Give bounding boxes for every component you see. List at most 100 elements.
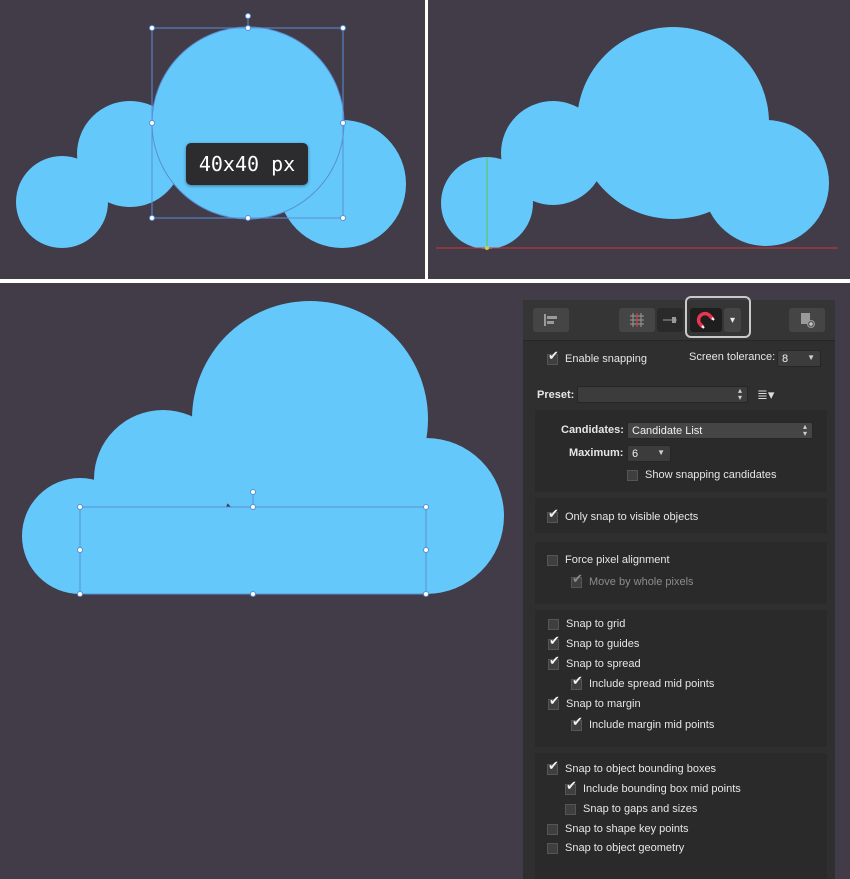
align-button[interactable] <box>533 308 569 332</box>
dropdown-arrow-icon: ▾ <box>729 314 736 326</box>
bbox-mid-checkbox[interactable] <box>565 779 577 795</box>
screen-tolerance-row: Screen tolerance: <box>689 351 775 363</box>
canvas-panel-3[interactable]: ▾ Enable snapping Screen tolerance: 8 ▼ <box>0 283 850 879</box>
enable-snapping-checkbox[interactable] <box>547 349 559 365</box>
snap-grid-label: Snap to grid <box>566 618 626 630</box>
handle-middle-left <box>77 547 83 553</box>
maximum-select[interactable]: 6 ▼ <box>627 445 671 462</box>
object-geometry-row[interactable]: Snap to object geometry <box>547 842 684 854</box>
show-candidates-label: Show snapping candidates <box>645 469 777 481</box>
snap-bbox-label: Snap to object bounding boxes <box>565 763 717 775</box>
maximum-value: 6 <box>632 447 639 460</box>
force-pixel-row[interactable]: Force pixel alignment <box>547 554 670 566</box>
force-pixel-checkbox[interactable] <box>547 554 558 566</box>
canvas-panel-1[interactable]: 40x40 px <box>0 0 425 279</box>
snap-grid-row[interactable]: Snap to grid <box>548 618 625 630</box>
snapping-options-button[interactable]: ▾ <box>724 308 741 332</box>
show-candidates-row[interactable]: Show snapping candidates <box>627 469 776 481</box>
canvas-panel-2[interactable] <box>428 0 850 279</box>
show-candidates-checkbox[interactable] <box>627 469 638 481</box>
snapping-panel: ▾ Enable snapping Screen tolerance: 8 ▼ <box>523 296 835 879</box>
preset-label: Preset: <box>537 389 575 401</box>
cloud-drawing-1 <box>16 13 406 248</box>
margin-mid-label: Include margin mid points <box>589 719 715 731</box>
maximum-label: Maximum: <box>569 447 624 459</box>
preset-menu-button[interactable]: ≣▾ <box>757 387 774 403</box>
cloud-drawing-2 <box>436 27 838 250</box>
object-geometry-checkbox[interactable] <box>547 842 558 854</box>
move-whole-label: Move by whole pixels <box>589 576 694 588</box>
handle-top-middle <box>245 25 251 31</box>
spread-mid-checkbox[interactable] <box>571 674 583 690</box>
shape-key-row[interactable]: Snap to shape key points <box>547 823 689 835</box>
snap-guides-row[interactable]: Snap to guides <box>548 634 640 650</box>
snap-grid-checkbox[interactable] <box>548 618 559 630</box>
bbox-mid-row[interactable]: Include bounding box mid points <box>565 779 741 795</box>
margin-mid-checkbox[interactable] <box>571 715 583 731</box>
list-menu-icon: ≣▾ <box>757 387 775 402</box>
snap-point <box>485 246 489 250</box>
size-tooltip: 40x40 px <box>186 143 308 185</box>
snap-guides-checkbox[interactable] <box>548 634 560 650</box>
snap-spread-checkbox[interactable] <box>548 654 560 670</box>
shape-key-label: Snap to shape key points <box>565 823 689 835</box>
chevron-down-icon: ▼ <box>657 448 665 457</box>
magnet-icon <box>696 311 715 329</box>
handle-top-right <box>340 25 346 31</box>
context-toolbar: ▾ <box>523 296 835 341</box>
handle-bottom-left <box>77 591 83 597</box>
cloud-shape[interactable] <box>22 301 504 594</box>
snap-spread-label: Snap to spread <box>566 658 641 670</box>
page-icon <box>801 313 815 328</box>
preset-select[interactable]: ▴ ▾ <box>577 386 748 403</box>
candidates-value: Candidate List <box>632 424 703 437</box>
handle-top-left <box>149 25 155 31</box>
cloud-circle-selected[interactable] <box>151 26 345 220</box>
guides-icon <box>663 317 677 323</box>
snap-margin-checkbox[interactable] <box>548 694 560 710</box>
handle-top-middle <box>250 504 256 510</box>
shape-key-checkbox[interactable] <box>547 823 558 835</box>
handle-middle-right <box>340 120 346 126</box>
maximum-row: Maximum: <box>569 447 623 459</box>
rotation-handle <box>245 13 251 19</box>
only-visible-row[interactable]: Only snap to visible objects <box>547 507 699 523</box>
handle-top-left <box>77 504 83 510</box>
updown-chevron-icon: ▴ ▾ <box>737 386 742 402</box>
snap-bbox-checkbox[interactable] <box>547 759 559 775</box>
candidates-select[interactable]: Candidate List ▴ ▾ <box>627 422 813 439</box>
candidates-label: Candidates: <box>561 424 624 436</box>
gaps-sizes-checkbox[interactable] <box>565 803 576 815</box>
screen-tolerance-select[interactable]: 8 ▼ <box>777 350 821 367</box>
rotation-handle <box>250 489 256 495</box>
align-icon <box>544 314 557 326</box>
page-button[interactable] <box>789 308 825 332</box>
handle-top-right <box>423 504 429 510</box>
only-visible-checkbox[interactable] <box>547 507 559 523</box>
preset-row: Preset: <box>537 389 574 401</box>
snap-spread-row[interactable]: Snap to spread <box>548 654 641 670</box>
snap-guides-label: Snap to guides <box>566 638 640 650</box>
candidates-row: Candidates: <box>561 424 624 436</box>
move-whole-row: Move by whole pixels <box>571 572 694 588</box>
snap-margin-row[interactable]: Snap to margin <box>548 694 641 710</box>
enable-snapping-label: Enable snapping <box>565 353 647 365</box>
snap-bbox-row[interactable]: Snap to object bounding boxes <box>547 759 717 775</box>
spread-mid-row[interactable]: Include spread mid points <box>571 674 715 690</box>
bbox-mid-label: Include bounding box mid points <box>583 783 741 795</box>
handle-middle-right <box>423 547 429 553</box>
snapping-toggle-button[interactable] <box>690 308 722 332</box>
enable-snapping-row[interactable]: Enable snapping <box>547 349 647 365</box>
object-geometry-label: Snap to object geometry <box>565 842 685 854</box>
spread-mid-label: Include spread mid points <box>589 678 715 690</box>
guides-button[interactable] <box>657 308 683 332</box>
only-visible-label: Only snap to visible objects <box>565 511 699 523</box>
snap-margin-label: Snap to margin <box>566 698 641 710</box>
screen-tolerance-label: Screen tolerance: <box>689 351 776 363</box>
force-pixel-label: Force pixel alignment <box>565 554 670 566</box>
grid-button[interactable] <box>619 308 655 332</box>
cloud-circle-right[interactable] <box>703 120 829 246</box>
gaps-sizes-row[interactable]: Snap to gaps and sizes <box>565 803 697 815</box>
gaps-sizes-label: Snap to gaps and sizes <box>583 803 698 815</box>
margin-mid-row[interactable]: Include margin mid points <box>571 715 715 731</box>
